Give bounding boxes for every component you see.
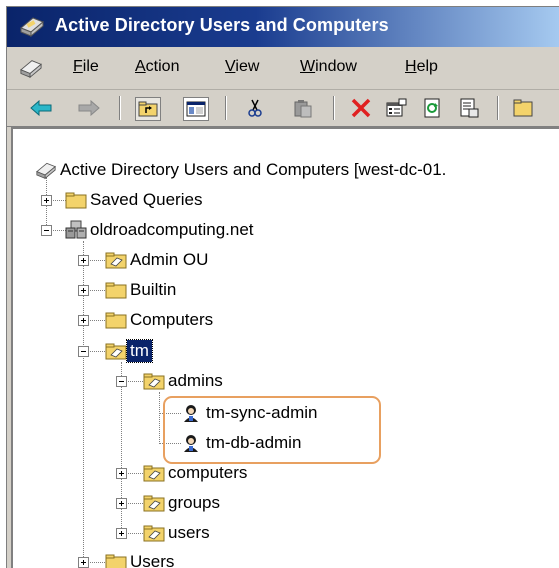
ou-folder-icon: [143, 495, 165, 512]
refresh-button[interactable]: [421, 97, 445, 119]
tree-item-user-tm-sync-admin[interactable]: tm-sync-admin: [181, 401, 320, 425]
aduc-app-icon: [20, 17, 44, 38]
expand-admin-ou-toggle[interactable]: [78, 255, 89, 266]
ou-folder-icon: [143, 465, 165, 482]
tree-item-label: Builtin: [130, 280, 177, 299]
toolbar-separator: [497, 96, 499, 120]
tree-item-computers[interactable]: Computers: [105, 308, 216, 332]
menu-bar: File Action View Window Help: [7, 47, 559, 90]
tree-item-builtin[interactable]: Builtin: [105, 278, 179, 302]
expand-tm-computers-toggle[interactable]: [116, 468, 127, 479]
tree-item-groups[interactable]: groups: [143, 491, 223, 515]
cut-button[interactable]: [243, 97, 267, 119]
tree-item-tm-computers[interactable]: computers: [143, 461, 250, 485]
forward-arrow-icon: [78, 100, 100, 116]
expand-users-toggle[interactable]: [78, 557, 89, 568]
tree-item-saved-queries[interactable]: Saved Queries: [65, 188, 205, 212]
expand-groups-toggle[interactable]: [116, 498, 127, 509]
back-arrow-icon: [30, 100, 52, 116]
folder-icon: [105, 282, 127, 299]
tree-item-label: tm-db-admin: [206, 433, 302, 452]
ou-folder-icon: [143, 525, 165, 542]
tree-root[interactable]: Active Directory Users and Computers [we…: [35, 158, 449, 182]
menu-file[interactable]: File: [73, 58, 99, 76]
toolbar-separator: [225, 96, 227, 120]
ou-folder-icon: [143, 373, 165, 390]
up-one-level-button[interactable]: [135, 97, 161, 121]
help-button[interactable]: [511, 97, 535, 119]
tree-item-label: Users: [130, 552, 175, 568]
ou-folder-icon: [105, 343, 127, 360]
tree-item-label: groups: [168, 493, 220, 512]
tree-item-label: Computers: [130, 310, 214, 329]
tree-item-tm[interactable]: tm: [105, 339, 153, 363]
console-tree[interactable]: Active Directory Users and Computers [we…: [11, 127, 559, 568]
tree-item-label: Admin OU: [130, 250, 209, 269]
tree-item-user-tm-db-admin[interactable]: tm-db-admin: [181, 431, 304, 455]
folder-icon: [65, 192, 87, 209]
system-menu-icon[interactable]: [19, 57, 43, 79]
menu-action[interactable]: Action: [135, 58, 179, 76]
help-icon: [513, 99, 533, 117]
properties-button[interactable]: [385, 97, 409, 119]
export-list-button[interactable]: [457, 97, 481, 119]
refresh-icon: [424, 98, 440, 118]
tree-item-label: tm: [126, 339, 153, 363]
export-list-icon: [460, 98, 479, 118]
delete-button[interactable]: [349, 97, 373, 119]
expand-builtin-toggle[interactable]: [78, 285, 89, 296]
show-hide-tree-icon: [186, 101, 206, 117]
paste-button[interactable]: [291, 97, 315, 119]
forward-button[interactable]: [77, 97, 101, 119]
window-title: Active Directory Users and Computers: [55, 15, 389, 35]
toolbar-separator: [333, 96, 335, 120]
tree-item-label: oldroadcomputing.net: [90, 220, 254, 239]
tree-item-admin-ou[interactable]: Admin OU: [105, 248, 211, 272]
tree-item-domain[interactable]: oldroadcomputing.net: [65, 218, 257, 242]
paste-icon: [294, 100, 312, 118]
collapse-domain-toggle[interactable]: [41, 225, 52, 236]
show-hide-tree-button[interactable]: [183, 97, 209, 121]
tree-item-label: tm-sync-admin: [206, 403, 318, 422]
title-bar[interactable]: Active Directory Users and Computers: [7, 7, 559, 47]
cut-icon: [248, 99, 262, 117]
folder-icon: [105, 312, 127, 329]
menu-window[interactable]: Window: [300, 58, 357, 76]
domain-icon: [65, 220, 87, 239]
collapse-tm-toggle[interactable]: [78, 346, 89, 357]
tree-item-label: users: [168, 523, 210, 542]
tree-root-label: Active Directory Users and Computers [we…: [60, 160, 447, 179]
user-icon: [184, 435, 198, 452]
mmc-window: Active Directory Users and Computers Fil…: [6, 6, 559, 568]
tree-connector: [159, 392, 160, 444]
tree-item-admins[interactable]: admins: [143, 369, 226, 393]
delete-icon: [351, 98, 371, 118]
aduc-root-icon: [36, 162, 56, 180]
menu-view[interactable]: View: [225, 58, 259, 76]
properties-icon: [386, 98, 407, 117]
collapse-admins-toggle[interactable]: [116, 376, 127, 387]
expand-saved-queries-toggle[interactable]: [41, 195, 52, 206]
expand-computers-toggle[interactable]: [78, 315, 89, 326]
folder-icon: [105, 554, 127, 568]
up-folder-icon: [138, 101, 158, 117]
toolbar-separator: [119, 96, 121, 120]
back-button[interactable]: [29, 97, 53, 119]
menu-help[interactable]: Help: [405, 58, 438, 76]
tree-item-users-ou[interactable]: users: [143, 521, 213, 545]
expand-users-ou-toggle[interactable]: [116, 528, 127, 539]
tree-item-users-container[interactable]: Users: [105, 550, 177, 568]
tree-item-label: admins: [168, 371, 223, 390]
tree-item-label: computers: [168, 463, 248, 482]
tree-item-label: Saved Queries: [90, 190, 203, 209]
ou-folder-icon: [105, 252, 127, 269]
toolbar: [7, 90, 559, 127]
user-icon: [184, 405, 198, 422]
